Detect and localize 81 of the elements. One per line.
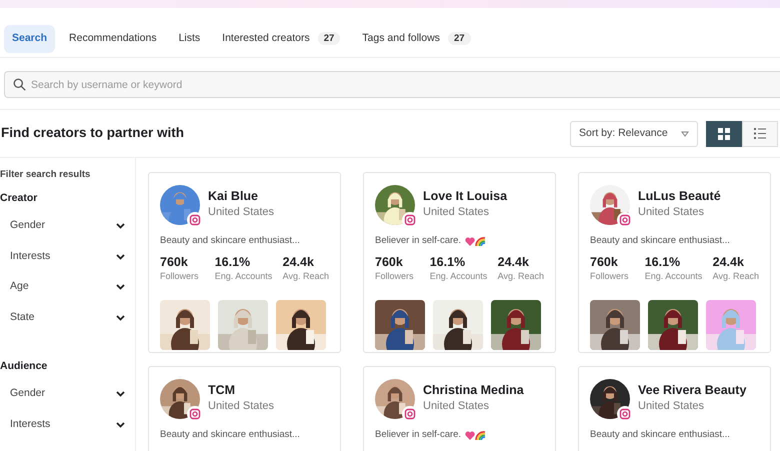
- stat-value: 16.1%: [214, 256, 252, 270]
- chevron-icon: [116, 314, 125, 321]
- stat-label: Eng. Accounts: [430, 270, 488, 283]
- sort-dropdown[interactable]: Sort by: Relevance: [570, 120, 698, 146]
- creator-bio: Beauty and skincare enthusiast...: [160, 428, 300, 442]
- filter-dropdown[interactable]: Age: [0, 272, 135, 302]
- rainbow-icon: [475, 236, 486, 246]
- stat-label: Avg. Reach: [498, 270, 544, 283]
- stat-label: Avg. Reach: [282, 270, 329, 283]
- tab[interactable]: Interested creators 27: [214, 24, 348, 52]
- stat-label: Followers: [590, 270, 630, 283]
- instagram-icon: [402, 406, 418, 422]
- creator-bio: Believer in self-care.: [375, 234, 462, 248]
- stat-value: 760k: [160, 256, 189, 270]
- stat-value: 24.4k: [498, 256, 530, 270]
- instagram-icon: [402, 212, 418, 228]
- filter-dropdown[interactable]: Interests: [0, 409, 135, 440]
- section-title: Creator: [0, 191, 38, 206]
- grid-icon: [718, 128, 730, 140]
- creator-card[interactable]: Kai Blue United States Beauty and skincare enthusiast... 760k Followers 16.1% Eng. Accounts 24.4k Avg. Reach: [148, 172, 341, 353]
- instagram-icon: [187, 406, 203, 422]
- creator-bio: Beauty and skincare enthusiast...: [590, 234, 730, 248]
- chevron-icon: [116, 254, 125, 260]
- creator-name: Love It Louisa: [423, 189, 508, 204]
- caret-icon: [681, 130, 689, 136]
- stat-value: 760k: [375, 256, 404, 270]
- view-toggle-button[interactable]: [706, 120, 742, 146]
- creator-country: United States: [208, 205, 274, 220]
- filter-dropdown[interactable]: Interests: [0, 242, 135, 272]
- list-icon: [754, 128, 766, 139]
- stat-value: 24.4k: [282, 256, 315, 270]
- creator-name: LuLus Beauté: [638, 189, 721, 204]
- chevron-icon: [116, 391, 125, 397]
- creator-card[interactable]: Christina Medina United States Believer in self-care.: [363, 366, 556, 451]
- stat-label: Eng. Accounts: [644, 270, 704, 283]
- count-badge: 27: [318, 32, 340, 45]
- stat-label: Followers: [160, 270, 200, 283]
- tab[interactable]: Recommendations: [61, 24, 165, 52]
- filter-dropdown[interactable]: State: [0, 302, 135, 333]
- chevron-icon: [116, 422, 125, 428]
- creator-name: TCM: [208, 383, 236, 398]
- stat-label: Followers: [375, 270, 415, 283]
- creator-country: United States: [638, 399, 706, 414]
- creator-country: United States: [638, 205, 706, 220]
- stat-label: Avg. Reach: [712, 270, 759, 283]
- tab[interactable]: Lists: [170, 24, 208, 52]
- stat-value: 16.1%: [644, 256, 682, 270]
- creator-country: United States: [423, 399, 490, 414]
- stat-value: 24.4k: [712, 256, 745, 270]
- heart-icon: [465, 430, 476, 440]
- creator-country: United States: [208, 399, 274, 414]
- rainbow-icon: [475, 430, 486, 440]
- creator-name: Christina Medina: [423, 383, 524, 398]
- search-field[interactable]: Search by username or keyword: [4, 71, 780, 98]
- creator-card[interactable]: Love It Louisa United States Believer in self-care. 760k Followers 16.1% Eng. Accounts 24.4k Avg. Reach: [363, 172, 556, 353]
- creator-name: Kai Blue: [208, 189, 260, 204]
- creator-bio: Beauty and skincare enthusiast...: [160, 234, 300, 248]
- section-title: Audience: [0, 359, 48, 374]
- filter-title: Filter search results: [0, 168, 92, 182]
- creator-card[interactable]: TCM United States Beauty and skincare enthusiast...: [148, 366, 341, 451]
- instagram-icon: [187, 212, 203, 228]
- creator-card[interactable]: LuLus Beauté United States Beauty and skincare enthusiast... 760k Followers 16.1% Eng. Accounts 24.4k Avg. Reach: [578, 172, 771, 353]
- creator-bio: Believer in self-care.: [375, 428, 462, 442]
- heart-icon: [465, 236, 476, 246]
- stat-value: 760k: [590, 256, 619, 270]
- creator-name: Vee Rivera Beauty: [638, 383, 746, 398]
- creator-card[interactable]: Vee Rivera Beauty United States Beauty and skincare enthusiast...: [578, 366, 771, 451]
- tab[interactable]: Search: [4, 24, 56, 52]
- stat-value: 16.1%: [430, 256, 466, 270]
- instagram-icon: [617, 212, 633, 228]
- chevron-icon: [116, 223, 125, 230]
- count-badge: 27: [448, 32, 471, 45]
- stat-label: Eng. Accounts: [214, 270, 274, 283]
- filter-dropdown[interactable]: Gender: [0, 378, 135, 410]
- tab[interactable]: Tags and follows 27: [354, 24, 479, 52]
- filter-dropdown[interactable]: Gender: [0, 211, 135, 242]
- creator-bio: Beauty and skincare enthusiast...: [590, 428, 730, 442]
- page-heading: Find creators to partner with: [1, 125, 184, 142]
- instagram-icon: [617, 406, 633, 422]
- creator-country: United States: [423, 205, 490, 220]
- chevron-icon: [116, 284, 125, 290]
